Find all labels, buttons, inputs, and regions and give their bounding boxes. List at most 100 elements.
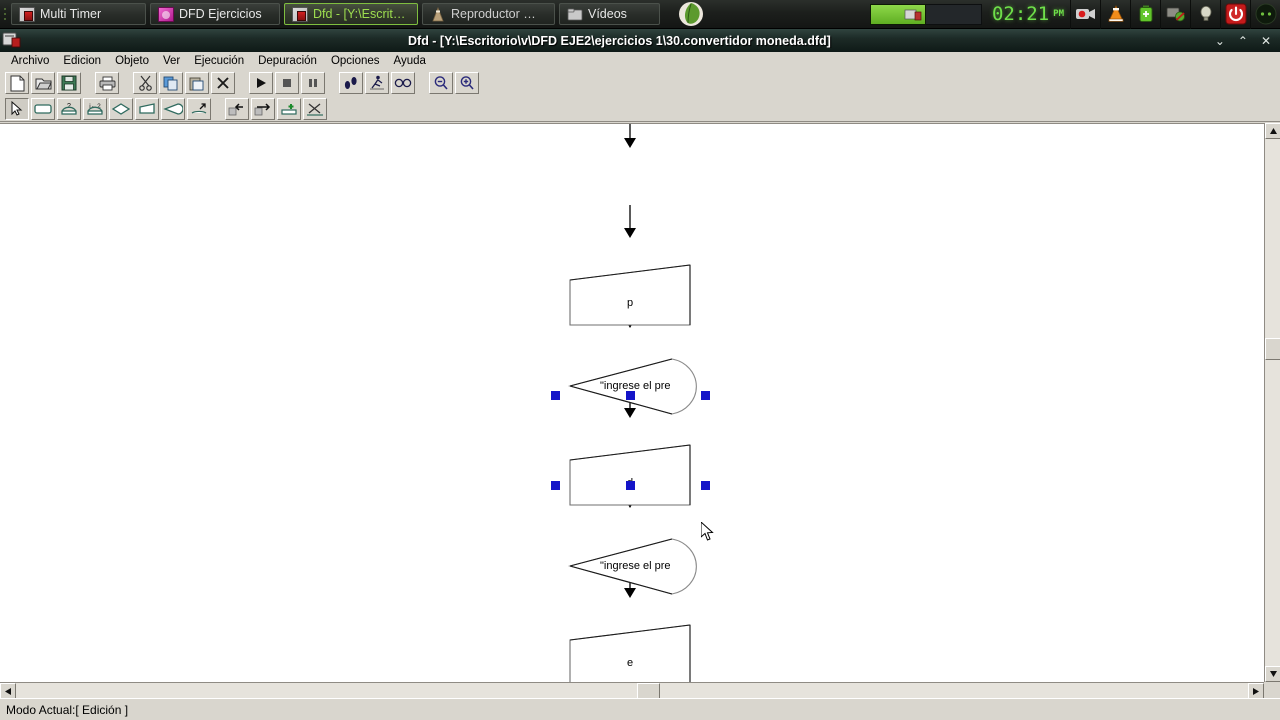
taskbar-grip[interactable] xyxy=(0,0,9,28)
tray-power-button-icon[interactable] xyxy=(1220,0,1250,29)
flowchart-svg xyxy=(567,124,697,682)
scroll-down-button[interactable] xyxy=(1265,666,1280,682)
menu-item-ejecucion[interactable]: Ejecución xyxy=(187,54,251,68)
menu-item-depuracion[interactable]: Depuración xyxy=(251,54,324,68)
folder-pink-icon xyxy=(158,6,174,22)
cut-button[interactable] xyxy=(133,72,157,94)
for-loop-tool[interactable]: i←2 xyxy=(83,98,107,120)
scroll-right-button[interactable] xyxy=(1248,683,1264,699)
dfd-app-icon xyxy=(2,31,24,51)
add-object-button[interactable] xyxy=(277,98,301,120)
folder-icon xyxy=(567,7,583,22)
dfd-application-window: Dfd - [Y:\Escritorio\v\DFD EJE2\ejercici… xyxy=(0,29,1280,720)
taskbar-item-dfd-active[interactable]: Dfd - [Y:\Escrito... xyxy=(284,3,418,25)
new-file-button[interactable] xyxy=(5,72,29,94)
vertical-scrollbar[interactable] xyxy=(1264,123,1280,682)
main-toolbar xyxy=(0,69,1280,97)
zoom-out-button[interactable] xyxy=(429,72,453,94)
menu-item-ayuda[interactable]: Ayuda xyxy=(387,54,433,68)
run-button[interactable] xyxy=(249,72,273,94)
scrollbar-corner xyxy=(1264,682,1280,698)
taskbar-item-label: Reproductor m... xyxy=(451,7,544,21)
pause-button[interactable] xyxy=(301,72,325,94)
tray-network-disconnected-icon[interactable] xyxy=(1160,0,1190,29)
taskbar-item-reproductor[interactable]: Reproductor m... xyxy=(422,3,555,25)
menu-item-archivo[interactable]: Archivo xyxy=(4,54,56,68)
subprogram-tool[interactable] xyxy=(187,98,211,120)
horizontal-scrollbar[interactable] xyxy=(0,682,1264,699)
menu-item-objeto[interactable]: Objeto xyxy=(108,54,156,68)
print-button[interactable] xyxy=(95,72,119,94)
node-read-e-label: e xyxy=(626,656,634,669)
while-loop-tool[interactable]: ? xyxy=(57,98,81,120)
stop-button[interactable] xyxy=(275,72,299,94)
menu-item-edicion[interactable]: Edicion xyxy=(56,54,108,68)
tray-screen-recorder[interactable] xyxy=(1070,0,1100,29)
mouse-cursor xyxy=(701,522,714,541)
selection-handle[interactable] xyxy=(701,391,710,400)
menu-item-opciones[interactable]: Opciones xyxy=(324,54,387,68)
node-out-2-label: "ingrese el pre xyxy=(600,560,671,572)
window-titlebar: Dfd - [Y:\Escritorio\v\DFD EJE2\ejercici… xyxy=(0,29,1280,52)
menu-item-ver[interactable]: Ver xyxy=(156,54,187,68)
taskbar-item-multi-timer[interactable]: Multi Timer xyxy=(11,3,146,25)
horizontal-scroll-thumb[interactable] xyxy=(637,683,660,699)
output-tool[interactable] xyxy=(135,98,159,120)
taskbar-item-dfd-ejercicios[interactable]: DFD Ejercicios xyxy=(150,3,280,25)
taskbar-item-videos[interactable]: Vídeos xyxy=(559,3,660,25)
assign-tool[interactable] xyxy=(31,98,55,120)
taskbar-item-label: Multi Timer xyxy=(40,7,102,21)
status-text: Modo Actual:[ Edición ] xyxy=(6,702,129,717)
selection-handle[interactable] xyxy=(626,391,635,400)
taskbar-clock[interactable]: 02:21 PM xyxy=(986,0,1070,28)
scroll-left-button[interactable] xyxy=(0,683,16,699)
desktop-pager[interactable] xyxy=(869,0,982,28)
tray-lightbulb-icon[interactable] xyxy=(1190,0,1220,29)
watch-button[interactable] xyxy=(391,72,415,94)
clock-time: 02:21 xyxy=(991,3,1050,25)
input-tool[interactable] xyxy=(161,98,185,120)
paste-button[interactable] xyxy=(185,72,209,94)
selection-handle[interactable] xyxy=(626,481,635,490)
status-bar: Modo Actual:[ Edición ] xyxy=(0,698,1280,720)
dfd-app-icon xyxy=(19,6,35,22)
objects-toolbar: ? i←2 xyxy=(0,97,1280,122)
zoom-in-button[interactable] xyxy=(455,72,479,94)
taskbar-item-label: Vídeos xyxy=(588,7,627,21)
scroll-up-button[interactable] xyxy=(1265,123,1280,139)
system-taskbar: Multi Timer DFD Ejercicios Dfd - [Y:\Esc… xyxy=(0,0,1280,29)
save-file-button[interactable] xyxy=(57,72,81,94)
vlc-cone-icon xyxy=(430,6,446,22)
selection-handle[interactable] xyxy=(551,481,560,490)
flowchart-canvas[interactable]: p "ingrese el pre d "ingrese el pre e "i… xyxy=(0,123,1264,682)
system-tray xyxy=(1070,0,1280,29)
prev-object-button[interactable] xyxy=(225,98,249,120)
menu-bar: Archivo Edicion Objeto Ver Ejecución Dep… xyxy=(0,52,1280,69)
vertical-scroll-thumb[interactable] xyxy=(1265,338,1280,360)
copy-button[interactable] xyxy=(159,72,183,94)
cut-link-button[interactable] xyxy=(303,98,327,120)
tray-battery-icon[interactable] xyxy=(1130,0,1160,29)
taskbar-item-label: Dfd - [Y:\Escrito... xyxy=(313,7,407,21)
run-to-cursor-button[interactable] xyxy=(365,72,389,94)
dfd-app-icon xyxy=(292,6,308,22)
selection-handle[interactable] xyxy=(701,481,710,490)
window-minimize-button[interactable]: ⌄ xyxy=(1215,35,1225,47)
step-button[interactable] xyxy=(339,72,363,94)
pager-workspace-2[interactable] xyxy=(925,3,982,25)
tray-radar-icon[interactable] xyxy=(1250,0,1280,29)
selection-handle[interactable] xyxy=(551,391,560,400)
node-read-p-label: p xyxy=(626,296,634,309)
decision-tool[interactable] xyxy=(109,98,133,120)
application-menu-button[interactable] xyxy=(674,0,708,28)
pager-workspace-1[interactable] xyxy=(869,3,926,25)
delete-button[interactable] xyxy=(211,72,235,94)
select-tool[interactable] xyxy=(5,98,29,120)
window-close-button[interactable]: ✕ xyxy=(1261,35,1271,47)
next-object-button[interactable] xyxy=(251,98,275,120)
tray-vlc-cone-icon[interactable] xyxy=(1100,0,1130,29)
window-maximize-button[interactable]: ⌃ xyxy=(1238,35,1248,47)
window-title: Dfd - [Y:\Escritorio\v\DFD EJE2\ejercici… xyxy=(408,33,831,48)
diagram-area: p "ingrese el pre d "ingrese el pre e "i… xyxy=(0,123,1280,699)
open-file-button[interactable] xyxy=(31,72,55,94)
